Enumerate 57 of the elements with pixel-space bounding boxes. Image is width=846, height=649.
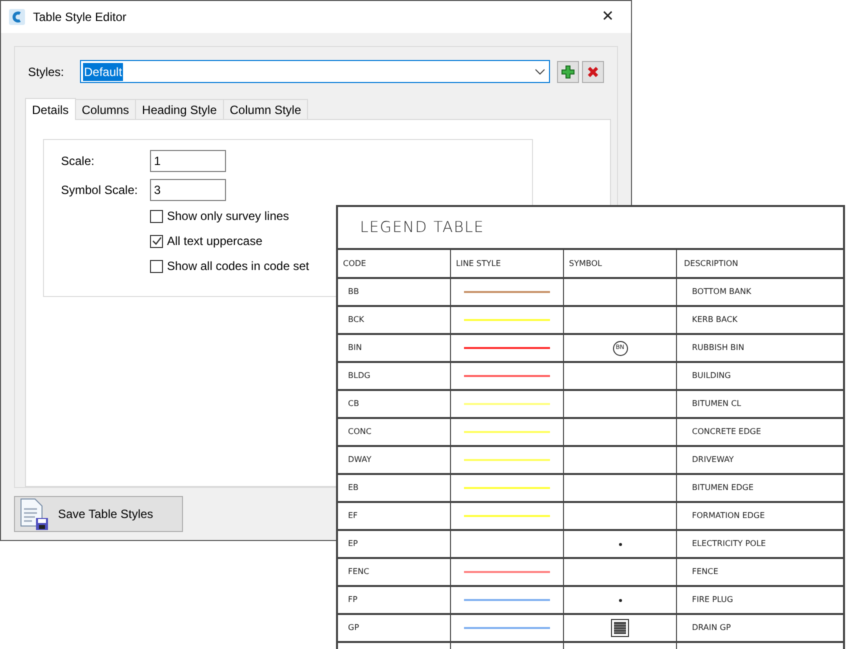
- description-cell: DRAIN GP: [692, 622, 731, 634]
- checkbox-label: All text uppercase: [167, 233, 262, 250]
- code-cell: DWAY: [348, 454, 372, 466]
- grate-symbol: [611, 619, 629, 637]
- tab[interactable]: Heading Style: [135, 99, 224, 119]
- code-cell: FENC: [348, 566, 370, 578]
- code-cell: EB: [348, 482, 359, 494]
- add-button[interactable]: [557, 60, 579, 82]
- close-button[interactable]: ✕: [593, 6, 623, 28]
- column-header: LINE STYLE: [456, 258, 501, 270]
- description-cell: FIRE PLUG: [692, 594, 734, 606]
- checkbox-label: Show all codes in code set: [167, 258, 310, 275]
- chevron-icon: [535, 68, 545, 74]
- save-document-icon: [18, 498, 50, 530]
- code-cell: CB: [348, 398, 360, 410]
- checkbox[interactable]: [150, 260, 163, 272]
- description-cell: BUILDING: [692, 370, 731, 382]
- description-cell: BITUMEN EDGE: [692, 482, 754, 494]
- plus-icon: [561, 64, 575, 78]
- input-field[interactable]: 3: [150, 179, 226, 201]
- field-label: Scale:: [61, 153, 96, 170]
- code-cell: BLDG: [348, 370, 370, 382]
- code-cell: EF: [348, 510, 358, 522]
- code-cell: BIN: [348, 342, 362, 354]
- column-header: CODE: [343, 258, 366, 270]
- description-cell: FORMATION EDGE: [692, 510, 765, 522]
- window-title: Table Style Editor: [33, 9, 126, 26]
- description-cell: BITUMEN CL: [692, 398, 742, 410]
- description-cell: BOTTOM BANK: [692, 286, 752, 298]
- description-cell: RUBBISH BIN: [692, 342, 744, 354]
- checkbox-label: Show only survey lines: [167, 208, 290, 225]
- description-cell: DRIVEWAY: [692, 454, 734, 466]
- field-label: Symbol Scale:: [61, 182, 139, 199]
- styles-label: Styles:: [27, 64, 66, 80]
- code-cell: GP: [348, 622, 360, 634]
- checkbox[interactable]: [150, 210, 163, 222]
- checkbox[interactable]: [150, 234, 163, 248]
- description-cell: KERB BACK: [692, 314, 738, 326]
- column-header: SYMBOL: [569, 258, 602, 270]
- column-header: DESCRIPTION: [684, 258, 738, 270]
- code-cell: EP: [348, 538, 358, 550]
- code-cell: BB: [348, 286, 359, 298]
- code-cell: CONC: [348, 426, 372, 438]
- code-cell: BCK: [348, 314, 364, 326]
- code-cell: FP: [348, 594, 358, 606]
- tab[interactable]: Details: [25, 98, 76, 120]
- legend-title: LEGEND TABLE: [360, 217, 484, 238]
- save-button[interactable]: Save Table Styles: [14, 496, 183, 532]
- input-field[interactable]: 1: [150, 150, 226, 172]
- styles-dropdown[interactable]: Default: [80, 60, 550, 83]
- delete-button[interactable]: [582, 60, 604, 82]
- close-icon: [587, 66, 599, 78]
- description-cell: FENCE: [692, 566, 718, 578]
- app-icon: [9, 9, 25, 25]
- tab[interactable]: Column Style: [222, 99, 308, 119]
- description-cell: CONCRETE EDGE: [692, 426, 762, 438]
- description-cell: ELECTRICITY POLE: [692, 538, 766, 550]
